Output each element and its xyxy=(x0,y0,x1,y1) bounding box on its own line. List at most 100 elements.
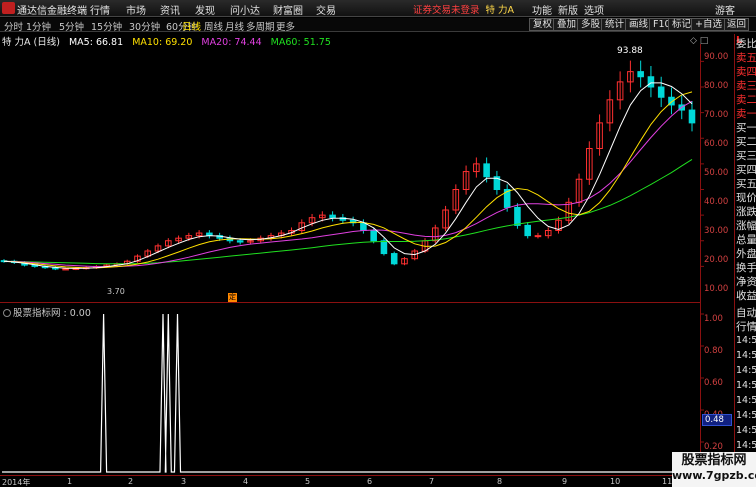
pane-divider[interactable] xyxy=(0,302,700,303)
period-15min[interactable]: 15分钟 xyxy=(91,19,122,33)
min-price-label: 3.70 xyxy=(107,287,125,296)
candle-body xyxy=(370,230,377,242)
sub-y-tick: 0.60 xyxy=(704,378,723,388)
month-tick: 1 xyxy=(67,477,73,486)
month-tick: 7 xyxy=(429,477,435,486)
period-multi[interactable]: 多周期 xyxy=(246,19,275,33)
y-tick: 60.00 xyxy=(704,139,729,149)
trade-time: 14:50 xyxy=(736,365,756,376)
panel-item: 收益 xyxy=(736,290,756,302)
candle-body xyxy=(390,253,398,265)
period-daily[interactable]: 日线 xyxy=(182,19,201,33)
current-value-box: 0.48 xyxy=(702,414,732,426)
indicator-chart[interactable] xyxy=(0,304,732,474)
y-tick: 90.00 xyxy=(704,52,729,62)
panel-item: 委比 xyxy=(736,38,756,50)
month-tick: 8 xyxy=(497,477,503,486)
tool-back-button[interactable]: 返回 xyxy=(724,18,750,31)
month-tick: 10 xyxy=(610,477,621,486)
tool-draw-button[interactable]: 画线 xyxy=(625,18,653,31)
period-5min[interactable]: 5分钟 xyxy=(59,19,84,33)
panel-item: 买五 xyxy=(736,178,756,190)
panel-item: 卖五 xyxy=(736,52,756,64)
menu-bar: 通达信金融终端 行情 市场 资讯 发现 问小达 财富圈 交易 证券交易未登录特 … xyxy=(0,0,756,17)
period-1min[interactable]: 1分钟 xyxy=(26,19,51,33)
quote-tab[interactable]: 行情 xyxy=(736,321,756,333)
event-marker-icon[interactable]: 定 xyxy=(228,293,237,302)
trade-time: 14:50 xyxy=(736,410,756,421)
month-tick: 11 xyxy=(662,477,673,486)
year-label: 2014年 xyxy=(2,478,31,487)
y-tick: 80.00 xyxy=(704,81,729,91)
period-more[interactable]: 更多 xyxy=(276,19,295,33)
trade-time: 14:50 xyxy=(736,350,756,361)
panel-item: 换手 xyxy=(736,262,756,274)
candle-body xyxy=(657,86,665,98)
tool-overlay-button[interactable]: 叠加 xyxy=(553,18,581,31)
tool-multi-stock-button[interactable]: 多股 xyxy=(577,18,605,31)
panel-item: 买二 xyxy=(736,136,756,148)
menu-wenxiaoda[interactable]: 问小达 xyxy=(230,2,260,17)
time-axis: 2014年 1 2 3 4 5 6 7 8 9 10 11 xyxy=(0,475,700,487)
candle-body xyxy=(524,224,531,237)
sub-y-tick: 0.20 xyxy=(704,442,723,452)
month-tick: 9 xyxy=(562,477,568,486)
tool-stats-button[interactable]: 统计 xyxy=(601,18,629,31)
tool-adjust-button[interactable]: 复权 xyxy=(529,18,557,31)
sub-y-tick: 1.00 xyxy=(704,314,723,324)
menu-news[interactable]: 资讯 xyxy=(160,2,180,17)
month-tick: 5 xyxy=(305,477,311,486)
max-price-label: 93.88 xyxy=(617,46,643,56)
period-weekly[interactable]: 周线 xyxy=(204,19,223,33)
trade-time: 14:50 xyxy=(736,425,756,436)
trade-time: 14:50 xyxy=(736,380,756,391)
quote-side-panel: L 委比 卖五 卖四 卖三 卖二 卖一 买一 买二 买三 买四 买五 现价 涨跌… xyxy=(734,34,756,487)
menu-new-version[interactable]: 新版 xyxy=(558,2,578,17)
panel-item: 卖三 xyxy=(736,80,756,92)
menu-market[interactable]: 市场 xyxy=(126,2,146,17)
menu-options[interactable]: 选项 xyxy=(584,2,604,17)
candle-body xyxy=(236,240,244,243)
menu-functions[interactable]: 功能 xyxy=(532,2,552,17)
period-monthly[interactable]: 月线 xyxy=(225,19,244,33)
month-tick: 2 xyxy=(128,477,134,486)
login-status[interactable]: 证券交易未登录特 力A xyxy=(413,2,514,16)
auto-quote-tab[interactable]: 自动 xyxy=(736,307,756,319)
app-logo-icon xyxy=(2,2,15,14)
panel-item: 外盘 xyxy=(736,248,756,260)
y-tick: 20.00 xyxy=(704,255,729,265)
panel-item: 净资 xyxy=(736,276,756,288)
sub-y-tick: 0.80 xyxy=(704,346,723,356)
panel-item: 买四 xyxy=(736,164,756,176)
trade-time: 14:50 xyxy=(736,395,756,406)
month-tick: 3 xyxy=(181,477,187,486)
panel-item: 卖四 xyxy=(736,66,756,78)
menu-fortune-circle[interactable]: 财富圈 xyxy=(273,2,303,17)
tool-add-watchlist-button[interactable]: +自选 xyxy=(691,18,726,31)
candle-body xyxy=(329,214,336,219)
period-30min[interactable]: 30分钟 xyxy=(129,19,160,33)
candle-body xyxy=(637,71,644,78)
menu-quotes[interactable]: 行情 xyxy=(90,2,110,17)
watermark-title: 股票指标网 xyxy=(681,453,747,468)
candle-body xyxy=(360,222,367,231)
candle-body xyxy=(688,109,696,124)
period-timeshare[interactable]: 分时 xyxy=(4,19,23,33)
guest-user[interactable]: 游客 xyxy=(715,2,735,17)
trade-time: 14:50 xyxy=(736,335,756,346)
menu-trade[interactable]: 交易 xyxy=(316,2,336,17)
panel-item: 现价 xyxy=(736,192,756,204)
panel-item: 卖一 xyxy=(736,108,756,120)
month-tick: 6 xyxy=(367,477,373,486)
candle-body xyxy=(380,240,388,255)
panel-item: 总量 xyxy=(736,234,756,246)
y-tick: 10.00 xyxy=(704,284,729,294)
y-tick: 40.00 xyxy=(704,197,729,207)
month-tick: 4 xyxy=(243,477,249,486)
indicator-line xyxy=(2,313,700,473)
trade-time: 14:50 xyxy=(736,440,756,451)
candlestick-chart[interactable] xyxy=(0,44,732,302)
ma10-line xyxy=(3,91,693,269)
panel-item: 涨跌 xyxy=(736,206,756,218)
menu-discover[interactable]: 发现 xyxy=(195,2,215,17)
